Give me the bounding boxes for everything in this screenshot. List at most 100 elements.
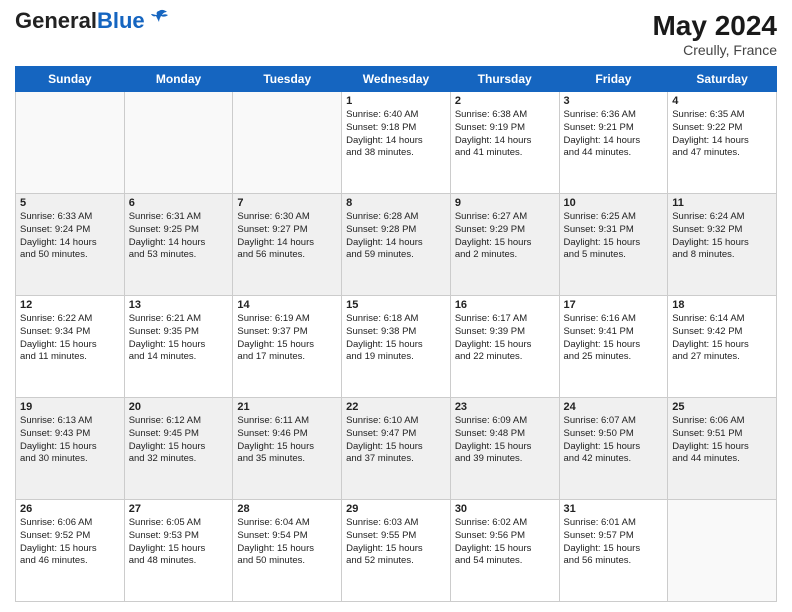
day-content: Sunrise: 6:30 AMSunset: 9:27 PMDaylight:… (237, 211, 337, 262)
day-number: 12 (20, 299, 120, 311)
day-number: 3 (564, 95, 664, 107)
day-number: 29 (346, 503, 446, 515)
day-number: 8 (346, 197, 446, 209)
table-row: 2 Sunrise: 6:38 AMSunset: 9:19 PMDaylight… (450, 92, 559, 194)
day-content: Sunrise: 6:05 AMSunset: 9:53 PMDaylight:… (129, 517, 229, 568)
day-number: 18 (672, 299, 772, 311)
table-row (16, 92, 125, 194)
day-number: 5 (20, 197, 120, 209)
day-content: Sunrise: 6:01 AMSunset: 9:57 PMDaylight:… (564, 517, 664, 568)
day-content: Sunrise: 6:27 AMSunset: 9:29 PMDaylight:… (455, 211, 555, 262)
table-row: 31Sunrise: 6:01 AMSunset: 9:57 PMDayligh… (559, 500, 668, 602)
table-row: 12 Sunrise: 6:22 AMSunset: 9:34 PMDayligh… (16, 296, 125, 398)
day-content: Sunrise: 6:33 AMSunset: 9:24 PMDaylight:… (20, 211, 120, 262)
table-row: 14 Sunrise: 6:19 AMSunset: 9:37 PMDayligh… (233, 296, 342, 398)
day-content: Sunrise: 6:36 AMSunset: 9:21 PMDaylight:… (564, 109, 664, 160)
table-row: 13 Sunrise: 6:21 AMSunset: 9:35 PMDayligh… (124, 296, 233, 398)
table-row: 15 Sunrise: 6:18 AMSunset: 9:38 PMDayligh… (342, 296, 451, 398)
day-content: Sunrise: 6:35 AMSunset: 9:22 PMDaylight:… (672, 109, 772, 160)
day-content: Sunrise: 6:17 AMSunset: 9:39 PMDaylight:… (455, 313, 555, 364)
day-content: Sunrise: 6:38 AMSunset: 9:19 PMDaylight:… (455, 109, 555, 160)
table-row: 9 Sunrise: 6:27 AMSunset: 9:29 PMDaylight… (450, 194, 559, 296)
table-row: 23 Sunrise: 6:09 AMSunset: 9:48 PMDayligh… (450, 398, 559, 500)
day-number: 16 (455, 299, 555, 311)
day-number: 17 (564, 299, 664, 311)
calendar-week-row: 12 Sunrise: 6:22 AMSunset: 9:34 PMDayligh… (16, 296, 777, 398)
day-number: 30 (455, 503, 555, 515)
day-content: Sunrise: 6:40 AMSunset: 9:18 PMDaylight:… (346, 109, 446, 160)
day-number: 25 (672, 401, 772, 413)
day-content: Sunrise: 6:02 AMSunset: 9:56 PMDaylight:… (455, 517, 555, 568)
location: Creully, France (652, 42, 777, 58)
day-content: Sunrise: 6:11 AMSunset: 9:46 PMDaylight:… (237, 415, 337, 466)
day-number: 4 (672, 95, 772, 107)
logo-text: GeneralBlue (15, 10, 145, 32)
table-row (233, 92, 342, 194)
title-block: May 2024 Creully, France (652, 10, 777, 58)
table-row: 26Sunrise: 6:06 AMSunset: 9:52 PMDayligh… (16, 500, 125, 602)
col-friday: Friday (559, 67, 668, 92)
col-thursday: Thursday (450, 67, 559, 92)
day-number: 14 (237, 299, 337, 311)
page: GeneralBlue May 2024 Creully, France Sun… (0, 0, 792, 612)
day-number: 7 (237, 197, 337, 209)
table-row (124, 92, 233, 194)
day-content: Sunrise: 6:09 AMSunset: 9:48 PMDaylight:… (455, 415, 555, 466)
day-content: Sunrise: 6:12 AMSunset: 9:45 PMDaylight:… (129, 415, 229, 466)
day-content: Sunrise: 6:22 AMSunset: 9:34 PMDaylight:… (20, 313, 120, 364)
day-number: 11 (672, 197, 772, 209)
day-content: Sunrise: 6:14 AMSunset: 9:42 PMDaylight:… (672, 313, 772, 364)
table-row: 24Sunrise: 6:07 AMSunset: 9:50 PMDayligh… (559, 398, 668, 500)
day-content: Sunrise: 6:24 AMSunset: 9:32 PMDaylight:… (672, 211, 772, 262)
table-row: 17 Sunrise: 6:16 AMSunset: 9:41 PMDayligh… (559, 296, 668, 398)
day-number: 2 (455, 95, 555, 107)
calendar-week-row: 26Sunrise: 6:06 AMSunset: 9:52 PMDayligh… (16, 500, 777, 602)
col-tuesday: Tuesday (233, 67, 342, 92)
col-monday: Monday (124, 67, 233, 92)
col-saturday: Saturday (668, 67, 777, 92)
day-content: Sunrise: 6:06 AMSunset: 9:51 PMDaylight:… (672, 415, 772, 466)
table-row: 21 Sunrise: 6:11 AMSunset: 9:46 PMDayligh… (233, 398, 342, 500)
table-row: 29 Sunrise: 6:03 AMSunset: 9:55 PMDayligh… (342, 500, 451, 602)
calendar-header-row: Sunday Monday Tuesday Wednesday Thursday… (16, 67, 777, 92)
day-number: 15 (346, 299, 446, 311)
table-row: 3 Sunrise: 6:36 AMSunset: 9:21 PMDaylight… (559, 92, 668, 194)
day-content: Sunrise: 6:16 AMSunset: 9:41 PMDaylight:… (564, 313, 664, 364)
table-row: 20Sunrise: 6:12 AMSunset: 9:45 PMDayligh… (124, 398, 233, 500)
day-number: 23 (455, 401, 555, 413)
table-row: 16 Sunrise: 6:17 AMSunset: 9:39 PMDayligh… (450, 296, 559, 398)
day-content: Sunrise: 6:21 AMSunset: 9:35 PMDaylight:… (129, 313, 229, 364)
table-row: 22Sunrise: 6:10 AMSunset: 9:47 PMDayligh… (342, 398, 451, 500)
logo: GeneralBlue (15, 10, 169, 32)
table-row: 27 Sunrise: 6:05 AMSunset: 9:53 PMDayligh… (124, 500, 233, 602)
day-number: 13 (129, 299, 229, 311)
day-number: 6 (129, 197, 229, 209)
calendar: Sunday Monday Tuesday Wednesday Thursday… (15, 66, 777, 602)
table-row: 11 Sunrise: 6:24 AMSunset: 9:32 PMDayligh… (668, 194, 777, 296)
logo-bird-icon (149, 7, 169, 27)
table-row: 10Sunrise: 6:25 AMSunset: 9:31 PMDayligh… (559, 194, 668, 296)
day-content: Sunrise: 6:18 AMSunset: 9:38 PMDaylight:… (346, 313, 446, 364)
day-number: 28 (237, 503, 337, 515)
day-number: 24 (564, 401, 664, 413)
col-wednesday: Wednesday (342, 67, 451, 92)
header: GeneralBlue May 2024 Creully, France (15, 10, 777, 58)
day-number: 1 (346, 95, 446, 107)
day-content: Sunrise: 6:04 AMSunset: 9:54 PMDaylight:… (237, 517, 337, 568)
day-number: 21 (237, 401, 337, 413)
day-content: Sunrise: 6:25 AMSunset: 9:31 PMDaylight:… (564, 211, 664, 262)
table-row: 30 Sunrise: 6:02 AMSunset: 9:56 PMDayligh… (450, 500, 559, 602)
table-row: 6Sunrise: 6:31 AMSunset: 9:25 PMDaylight… (124, 194, 233, 296)
day-content: Sunrise: 6:10 AMSunset: 9:47 PMDaylight:… (346, 415, 446, 466)
day-content: Sunrise: 6:19 AMSunset: 9:37 PMDaylight:… (237, 313, 337, 364)
table-row: 1 Sunrise: 6:40 AMSunset: 9:18 PMDaylight… (342, 92, 451, 194)
calendar-week-row: 1 Sunrise: 6:40 AMSunset: 9:18 PMDaylight… (16, 92, 777, 194)
day-content: Sunrise: 6:03 AMSunset: 9:55 PMDaylight:… (346, 517, 446, 568)
table-row: 5 Sunrise: 6:33 AMSunset: 9:24 PMDaylight… (16, 194, 125, 296)
table-row: 4 Sunrise: 6:35 AMSunset: 9:22 PMDaylight… (668, 92, 777, 194)
day-number: 27 (129, 503, 229, 515)
table-row: 25 Sunrise: 6:06 AMSunset: 9:51 PMDayligh… (668, 398, 777, 500)
day-number: 26 (20, 503, 120, 515)
calendar-week-row: 19Sunrise: 6:13 AMSunset: 9:43 PMDayligh… (16, 398, 777, 500)
day-number: 9 (455, 197, 555, 209)
